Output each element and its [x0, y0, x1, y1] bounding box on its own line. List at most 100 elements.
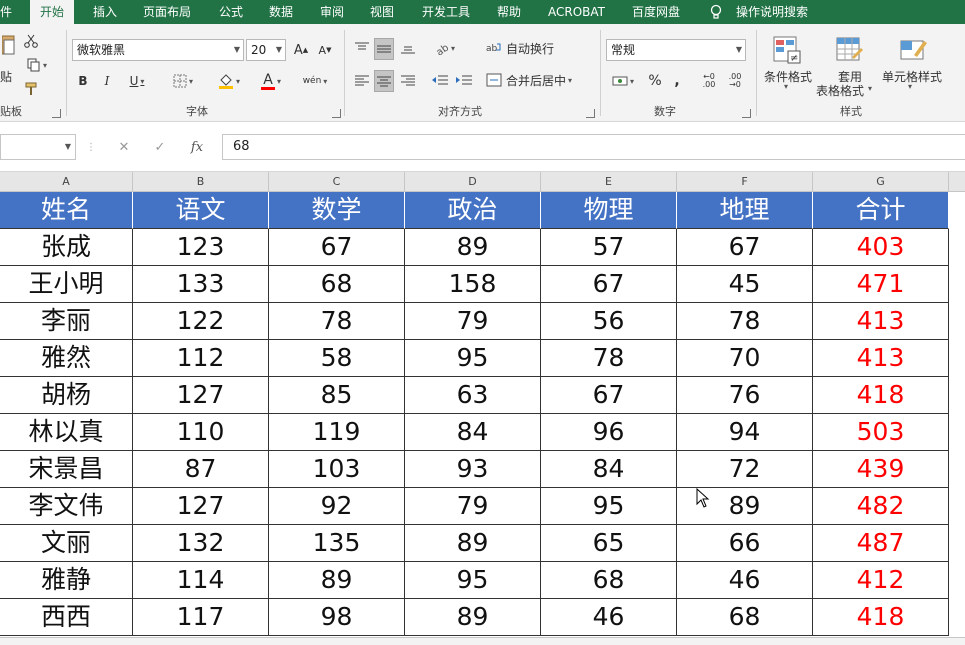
tab-insert[interactable]: 插入 — [93, 0, 117, 24]
column-header-g[interactable]: G — [813, 172, 949, 192]
name-cell[interactable]: 西西 — [0, 599, 133, 636]
paste-label[interactable]: 贴 — [0, 68, 12, 85]
table-header-cell[interactable]: 地理 — [677, 192, 813, 229]
total-cell[interactable]: 487 — [813, 525, 949, 562]
font-color-button[interactable]: A ▾ — [254, 70, 288, 92]
column-header-b[interactable]: B — [133, 172, 269, 192]
score-cell[interactable]: 96 — [541, 414, 677, 451]
score-cell[interactable]: 133 — [133, 266, 269, 303]
align-right-icon[interactable] — [398, 70, 418, 90]
increase-decimal-button[interactable]: ←0 .00 — [698, 70, 720, 92]
cell-styles-icon[interactable] — [896, 34, 930, 66]
middle-align-icon[interactable] — [374, 38, 394, 60]
format-painter-icon[interactable] — [22, 80, 40, 98]
tab-formulas[interactable]: 公式 — [219, 0, 243, 24]
confirm-edit-icon[interactable]: ✓ — [148, 134, 172, 160]
tab-view[interactable]: 视图 — [370, 0, 394, 24]
score-cell[interactable]: 123 — [133, 229, 269, 266]
table-header-cell[interactable]: 数学 — [269, 192, 405, 229]
paste-icon[interactable] — [0, 30, 18, 60]
orientation-icon[interactable]: ab ▾ — [430, 38, 460, 58]
score-cell[interactable]: 57 — [541, 229, 677, 266]
alignment-launcher-icon[interactable] — [586, 109, 595, 118]
name-cell[interactable]: 胡杨 — [0, 377, 133, 414]
score-cell[interactable]: 94 — [677, 414, 813, 451]
bottom-align-icon[interactable] — [398, 38, 418, 58]
wrap-text-button[interactable]: ab 自动换行 — [486, 38, 560, 58]
score-cell[interactable]: 72 — [677, 451, 813, 488]
score-cell[interactable]: 119 — [269, 414, 405, 451]
score-cell[interactable]: 132 — [133, 525, 269, 562]
score-cell[interactable]: 127 — [133, 377, 269, 414]
name-cell[interactable]: 林以真 — [0, 414, 133, 451]
tab-baidu-netdisk[interactable]: 百度网盘 — [632, 0, 680, 24]
score-cell[interactable]: 46 — [677, 562, 813, 599]
name-box[interactable]: ▼ — [0, 134, 76, 160]
name-cell[interactable]: 文丽 — [0, 525, 133, 562]
italic-button[interactable]: I — [98, 70, 116, 92]
score-cell[interactable]: 68 — [269, 266, 405, 303]
insert-function-icon[interactable]: fx — [184, 134, 210, 160]
name-cell[interactable]: 雅然 — [0, 340, 133, 377]
font-launcher-icon[interactable] — [332, 109, 341, 118]
table-header-cell[interactable]: 语文 — [133, 192, 269, 229]
formula-bar-grip-icon[interactable]: ⋮ — [86, 134, 96, 160]
grow-font-button[interactable]: A ▲ — [292, 40, 310, 60]
score-cell[interactable]: 65 — [541, 525, 677, 562]
column-header-f[interactable]: F — [677, 172, 813, 192]
copy-icon[interactable]: ▾ — [22, 56, 52, 74]
name-cell[interactable]: 宋景昌 — [0, 451, 133, 488]
total-cell[interactable]: 471 — [813, 266, 949, 303]
align-left-icon[interactable] — [352, 70, 372, 90]
total-cell[interactable]: 439 — [813, 451, 949, 488]
shrink-font-button[interactable]: A ▼ — [316, 40, 334, 60]
name-cell[interactable]: 雅静 — [0, 562, 133, 599]
font-size-combo[interactable]: 20 ▼ — [246, 39, 286, 61]
align-center-icon[interactable] — [374, 70, 394, 92]
conditional-formatting-icon[interactable]: ≠ — [770, 34, 804, 66]
score-cell[interactable]: 95 — [541, 488, 677, 525]
column-header-c[interactable]: C — [269, 172, 405, 192]
score-cell[interactable]: 45 — [677, 266, 813, 303]
score-cell[interactable]: 158 — [405, 266, 541, 303]
score-cell[interactable]: 58 — [269, 340, 405, 377]
score-cell[interactable]: 93 — [405, 451, 541, 488]
table-header-cell[interactable]: 合计 — [813, 192, 949, 229]
score-cell[interactable]: 89 — [269, 562, 405, 599]
tab-home[interactable]: 开始 — [30, 0, 75, 24]
score-cell[interactable]: 89 — [405, 525, 541, 562]
score-cell[interactable]: 76 — [677, 377, 813, 414]
name-cell[interactable]: 王小明 — [0, 266, 133, 303]
total-cell[interactable]: 503 — [813, 414, 949, 451]
tab-help[interactable]: 帮助 — [497, 0, 521, 24]
score-cell[interactable]: 114 — [133, 562, 269, 599]
percent-button[interactable]: % — [646, 70, 664, 92]
name-cell[interactable]: 张成 — [0, 229, 133, 266]
decrease-decimal-button[interactable]: .00 →0 — [724, 70, 746, 92]
score-cell[interactable]: 78 — [677, 303, 813, 340]
score-cell[interactable]: 70 — [677, 340, 813, 377]
score-cell[interactable]: 112 — [133, 340, 269, 377]
score-cell[interactable]: 89 — [405, 599, 541, 636]
score-cell[interactable]: 68 — [541, 562, 677, 599]
tab-data[interactable]: 数据 — [269, 0, 293, 24]
column-header-d[interactable]: D — [405, 172, 541, 192]
cancel-edit-icon[interactable]: ✕ — [112, 134, 136, 160]
underline-button[interactable]: U ▾ — [122, 70, 152, 92]
column-header-e[interactable]: E — [541, 172, 677, 192]
top-align-icon[interactable] — [352, 38, 372, 58]
comma-button[interactable]: , — [670, 70, 684, 92]
total-cell[interactable]: 412 — [813, 562, 949, 599]
score-cell[interactable]: 95 — [405, 340, 541, 377]
score-cell[interactable]: 78 — [269, 303, 405, 340]
score-cell[interactable]: 89 — [405, 229, 541, 266]
score-cell[interactable]: 63 — [405, 377, 541, 414]
increase-indent-icon[interactable] — [454, 70, 474, 90]
score-cell[interactable]: 98 — [269, 599, 405, 636]
tab-developer[interactable]: 开发工具 — [422, 0, 470, 24]
score-cell[interactable]: 67 — [269, 229, 405, 266]
score-cell[interactable]: 85 — [269, 377, 405, 414]
table-header-cell[interactable]: 政治 — [405, 192, 541, 229]
score-cell[interactable]: 87 — [133, 451, 269, 488]
total-cell[interactable]: 403 — [813, 229, 949, 266]
